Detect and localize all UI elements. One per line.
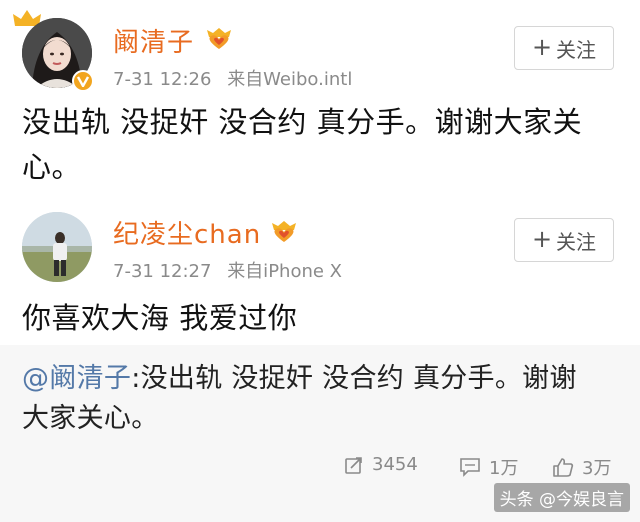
vip-heart-crown-icon xyxy=(272,221,296,242)
follow-label: 关注 xyxy=(556,37,597,62)
weibo-post: 阚清子 7-31 12:26 来自Weibo.intl + 关注 没出轨 没捉奸… xyxy=(0,0,640,206)
post-time: 7-31 12:27 xyxy=(113,261,212,282)
post-meta: 7-31 12:26 来自Weibo.intl xyxy=(113,65,352,91)
username[interactable]: 纪凌尘chan xyxy=(113,214,261,251)
comment-icon xyxy=(460,458,480,477)
share-icon xyxy=(345,456,362,474)
share-count: 3454 xyxy=(372,454,418,475)
watermark: 头条 @今娱良言 xyxy=(493,483,630,512)
action-bar: 3454 1万 3万 xyxy=(0,450,640,484)
mention-link[interactable]: @阚清子 xyxy=(22,363,131,394)
post-content: 没出轨 没捉奸 没合约 真分手。谢谢大家关心。 xyxy=(22,105,583,184)
comment-count: 1万 xyxy=(489,458,519,479)
follow-button[interactable]: + 关注 xyxy=(514,218,614,262)
verified-badge-icon xyxy=(72,70,94,92)
post-meta: 7-31 12:27 来自iPhone X xyxy=(113,257,342,283)
username[interactable]: 阚清子 xyxy=(113,22,194,59)
share-action[interactable]: 3454 xyxy=(344,454,418,475)
post-time: 7-31 12:26 xyxy=(113,69,212,90)
avatar[interactable] xyxy=(22,212,92,282)
comment-action[interactable]: 1万 xyxy=(459,454,518,480)
post-content: 你喜欢大海 我爱过你 xyxy=(22,301,298,335)
follow-button[interactable]: + 关注 xyxy=(514,26,614,70)
plus-icon: + xyxy=(531,225,553,253)
like-action[interactable]: 3万 xyxy=(552,454,611,480)
follow-label: 关注 xyxy=(556,229,597,254)
repost-text: @阚清子:没出轨 没捉奸 没合约 真分手。谢谢大家关心。 xyxy=(22,359,600,439)
plus-icon: + xyxy=(531,33,553,61)
post-source: 来自iPhone X xyxy=(227,261,342,282)
vip-heart-crown-icon xyxy=(207,28,231,49)
post-source: 来自Weibo.intl xyxy=(227,69,353,90)
like-count: 3万 xyxy=(582,458,612,479)
weibo-post: 纪凌尘chan 7-31 12:27 来自iPhone X + 关注 你喜欢大海… xyxy=(0,206,640,522)
thumbs-up-icon xyxy=(553,458,574,477)
